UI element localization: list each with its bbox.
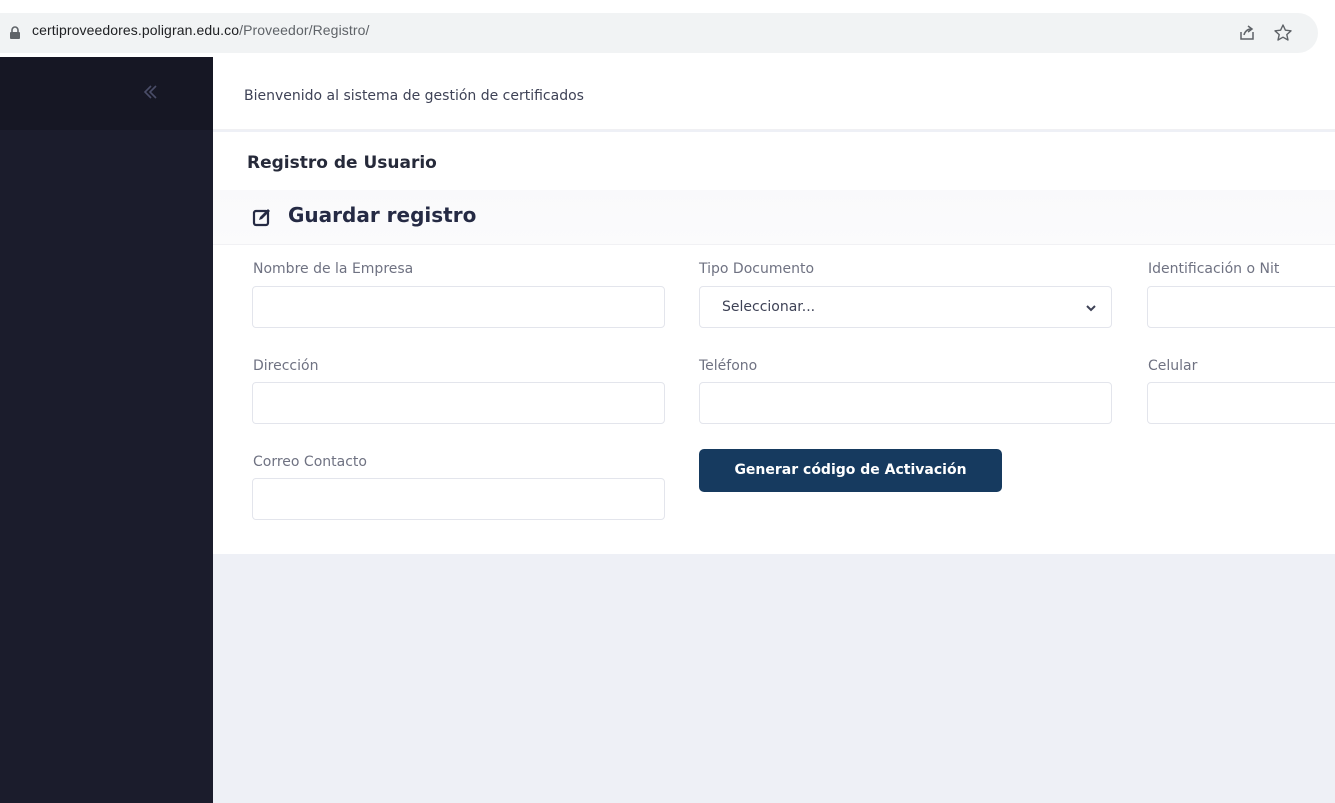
star-icon[interactable] [1273, 23, 1293, 43]
edit-icon [252, 209, 270, 227]
chevron-down-icon [1086, 305, 1096, 312]
direccion-label: Dirección [253, 358, 319, 374]
url-host: certiproveedores.poligran.edu.co [32, 22, 240, 38]
top-header: Bienvenido al sistema de gestión de cert… [213, 57, 1335, 130]
celular-label: Celular [1148, 358, 1198, 374]
chevron-double-left-icon[interactable] [140, 81, 162, 103]
tipo-documento-selected: Seleccionar... [722, 299, 816, 315]
correo-input[interactable] [252, 478, 665, 520]
identificacion-label: Identificación o Nit [1148, 261, 1280, 277]
address-bar[interactable]: certiproveedores.poligran.edu.co/Proveed… [0, 13, 1318, 53]
empresa-input[interactable] [252, 286, 665, 328]
sidebar [0, 57, 213, 803]
main-content: Bienvenido al sistema de gestión de cert… [213, 57, 1335, 803]
celular-input[interactable] [1147, 382, 1335, 424]
url-path: /Proveedor/Registro/ [239, 22, 370, 38]
identificacion-input[interactable] [1147, 286, 1335, 328]
tipo-documento-select[interactable]: Seleccionar... [699, 286, 1112, 328]
form-title: Guardar registro [288, 203, 477, 227]
tipo-documento-label: Tipo Documento [699, 261, 815, 277]
registration-form-card: Guardar registro Nombre de la Empresa Ti… [213, 190, 1335, 554]
url-text[interactable]: certiproveedores.poligran.edu.co/Proveed… [32, 22, 370, 38]
form-card-header: Guardar registro [213, 190, 1335, 245]
direccion-input[interactable] [252, 382, 665, 424]
welcome-message: Bienvenido al sistema de gestión de cert… [244, 88, 584, 104]
correo-label: Correo Contacto [253, 454, 367, 470]
lock-icon[interactable] [8, 26, 22, 40]
page-header: Registro de Usuario [213, 132, 1335, 190]
share-icon[interactable] [1237, 23, 1257, 43]
page-title: Registro de Usuario [247, 153, 437, 173]
sidebar-header [0, 57, 213, 130]
browser-toolbar: certiproveedores.poligran.edu.co/Proveed… [0, 0, 1335, 57]
empresa-label: Nombre de la Empresa [253, 261, 414, 277]
telefono-label: Teléfono [699, 358, 758, 374]
telefono-input[interactable] [699, 382, 1112, 424]
generate-activation-code-button[interactable]: Generar código de Activación [699, 449, 1002, 492]
